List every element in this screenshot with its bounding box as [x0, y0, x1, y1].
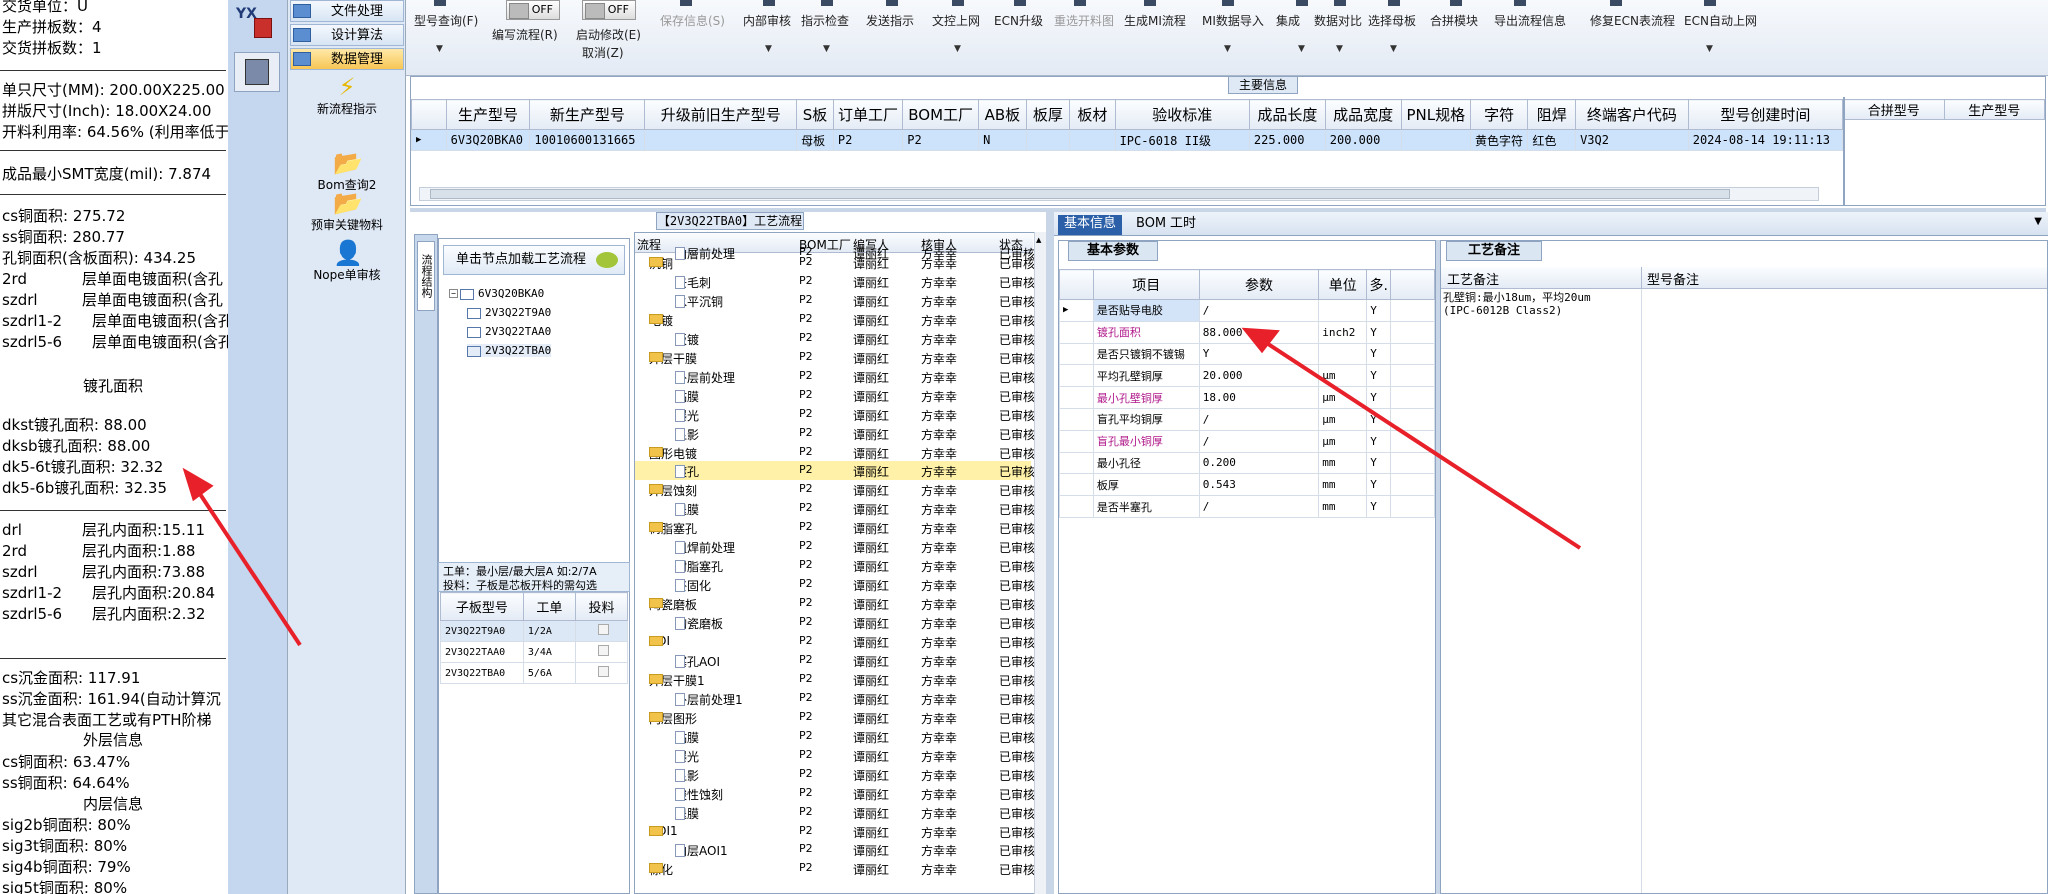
arrow-right-line — [1260, 338, 1582, 550]
annotation-arrows — [182, 327, 1582, 647]
arrow-left-head — [182, 467, 214, 502]
arrow-left-line — [194, 486, 302, 647]
